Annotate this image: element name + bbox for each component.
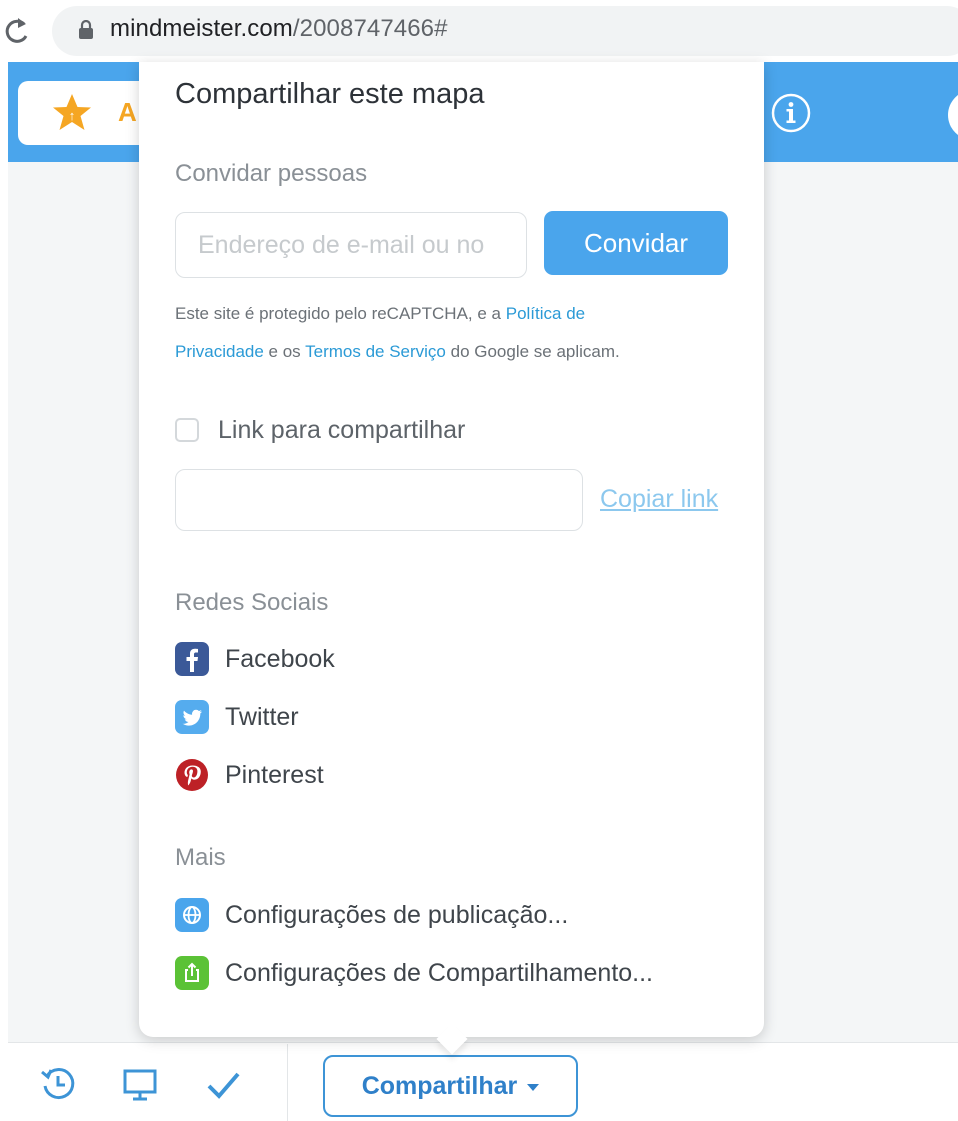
- browser-address-bar: mindmeister.com/2008747466#: [0, 0, 958, 62]
- more-heading: Mais: [175, 844, 226, 871]
- reload-icon[interactable]: [2, 14, 32, 48]
- privacy-policy-link-cont[interactable]: Privacidade: [175, 342, 264, 361]
- share-popover: [139, 62, 764, 1037]
- share-link-field[interactable]: [175, 469, 583, 531]
- caret-down-icon: [527, 1084, 540, 1091]
- share-link-checkbox[interactable]: [175, 418, 199, 442]
- terms-of-service-link[interactable]: Termos de Serviço: [305, 342, 446, 361]
- invite-button[interactable]: Convidar: [544, 211, 728, 275]
- share-button-label: Compartilhar: [361, 1071, 518, 1100]
- social-item-label: Facebook: [225, 644, 335, 673]
- facebook-icon: [175, 642, 209, 676]
- social-item-pinterest[interactable]: Pinterest: [175, 758, 324, 792]
- sharing-settings-item[interactable]: Configurações de Compartilhamento...: [175, 956, 653, 990]
- privacy-policy-link[interactable]: Política de: [506, 304, 585, 323]
- info-icon[interactable]: [770, 92, 812, 134]
- url-path: /2008747466#: [292, 15, 448, 42]
- twitter-icon: [175, 700, 209, 734]
- social-heading: Redes Sociais: [175, 589, 329, 616]
- history-icon[interactable]: [38, 1064, 78, 1104]
- presentation-icon[interactable]: [120, 1064, 160, 1104]
- star-upgrade-icon: ↑: [53, 94, 91, 130]
- social-item-label: Twitter: [225, 702, 299, 731]
- social-item-facebook[interactable]: Facebook: [175, 642, 335, 676]
- social-item-label: Pinterest: [225, 760, 324, 789]
- popover-title: Compartilhar este mapa: [175, 78, 485, 110]
- svg-text:↑: ↑: [69, 108, 76, 123]
- captcha-notice-line1: Este site é protegido pelo reCAPTCHA, e …: [175, 304, 585, 324]
- captcha-middle: e os: [263, 342, 306, 361]
- url-text[interactable]: mindmeister.com/2008747466#: [110, 15, 448, 43]
- share-link-label: Link para compartilhar: [218, 416, 466, 444]
- share-button[interactable]: Compartilhar: [323, 1055, 578, 1117]
- invite-heading: Convidar pessoas: [175, 160, 368, 187]
- social-item-twitter[interactable]: Twitter: [175, 700, 299, 734]
- lock-icon: [79, 20, 93, 39]
- email-input[interactable]: [175, 212, 527, 278]
- copy-link-button[interactable]: Copiar link: [600, 485, 718, 514]
- checkmark-icon[interactable]: [203, 1064, 243, 1104]
- sharing-settings-label: Configurações de Compartilhamento...: [225, 958, 654, 987]
- captcha-suffix: do Google se aplicam.: [445, 342, 620, 361]
- publish-settings-label: Configurações de publicação...: [225, 900, 569, 929]
- url-host: mindmeister.com: [110, 15, 293, 42]
- pinterest-icon: [175, 758, 209, 792]
- toolbar-divider: [287, 1044, 288, 1121]
- captcha-prefix: Este site é protegido pelo reCAPTCHA, e …: [175, 304, 506, 323]
- publish-settings-item[interactable]: Configurações de publicação...: [175, 898, 568, 932]
- globe-icon: [175, 898, 209, 932]
- captcha-notice-line2: Privacidade e os Termos de Serviço do Go…: [175, 342, 620, 362]
- upgrade-label: A: [118, 97, 137, 127]
- export-icon: [175, 956, 209, 990]
